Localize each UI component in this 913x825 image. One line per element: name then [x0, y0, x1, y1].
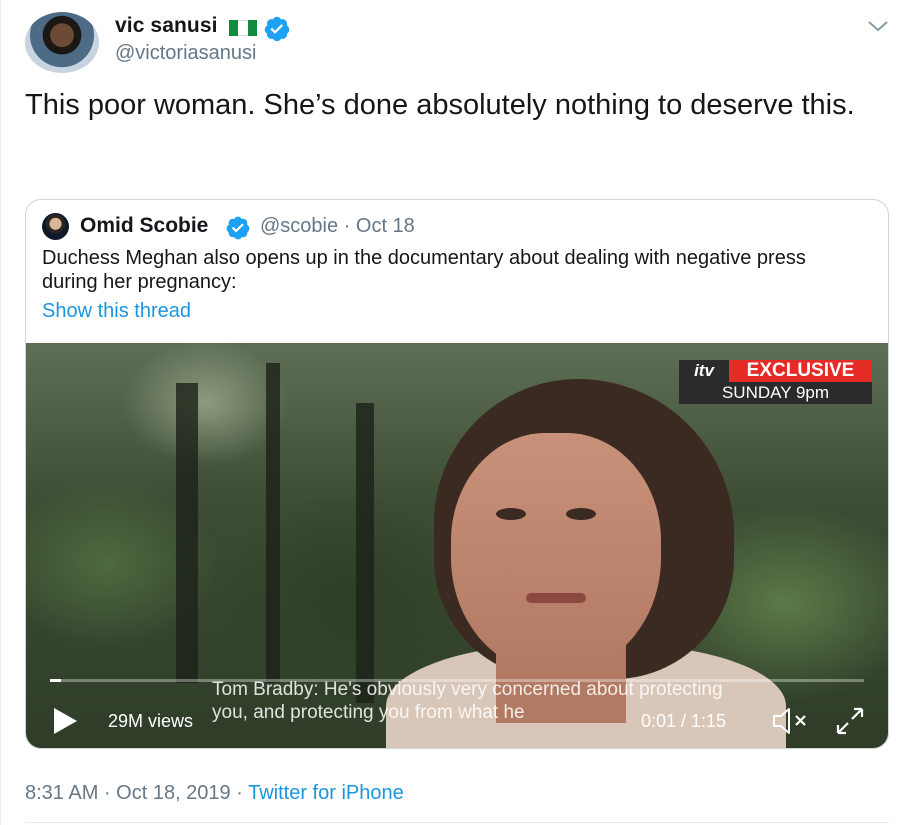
- background-tree: [176, 383, 198, 683]
- fullscreen-icon[interactable]: [834, 705, 866, 737]
- show-thread-link[interactable]: Show this thread: [42, 300, 191, 323]
- divider: [25, 822, 889, 823]
- video-subject-face: [451, 433, 661, 673]
- volume-muted-icon[interactable]: [771, 706, 811, 736]
- tweet-source-link[interactable]: Twitter for iPhone: [248, 782, 404, 804]
- author-name[interactable]: vic sanusi: [115, 14, 218, 38]
- exclusive-badge: EXCLUSIVE: [729, 360, 872, 382]
- quoted-tweet-meta[interactable]: @scobie · Oct 18: [260, 215, 415, 238]
- tweet-timestamp: 8:31 AM · Oct 18, 2019 · Twitter for iPh…: [25, 782, 404, 805]
- view-count: 29M views: [108, 711, 194, 731]
- quoted-author-avatar[interactable]: [42, 213, 69, 240]
- verified-badge-icon: [226, 216, 250, 240]
- verified-badge-icon: [264, 16, 290, 42]
- author-avatar[interactable]: [25, 12, 99, 73]
- quoted-tweet[interactable]: Omid Scobie @scobie · Oct 18 Duchess Meg…: [25, 199, 889, 749]
- itv-exclusive-overlay: itv EXCLUSIVE SUNDAY 9pm: [679, 360, 872, 404]
- video-time: 0:01 / 1:15: [641, 711, 727, 731]
- video-subject-eye: [566, 508, 596, 520]
- tweet: vic sanusi @victoriasanusi This poor wom…: [0, 0, 913, 825]
- background-tree: [266, 363, 280, 683]
- nigeria-flag-icon: [229, 20, 257, 36]
- tweet-text: This poor woman. She’s done absolutely n…: [25, 89, 855, 121]
- quoted-author-name[interactable]: Omid Scobie: [80, 214, 208, 238]
- background-tree: [356, 403, 374, 703]
- video-player[interactable]: itv EXCLUSIVE SUNDAY 9pm Tom Bradby: He'…: [26, 343, 888, 748]
- video-progress-fill: [50, 679, 61, 682]
- broadcast-schedule: SUNDAY 9pm: [679, 382, 872, 404]
- chevron-down-icon[interactable]: [865, 16, 891, 36]
- author-handle[interactable]: @victoriasanusi: [115, 42, 256, 65]
- quoted-tweet-text: Duchess Meghan also opens up in the docu…: [42, 247, 806, 293]
- itv-logo: itv: [679, 360, 729, 382]
- play-icon[interactable]: [52, 707, 78, 735]
- video-subject-eye: [496, 508, 526, 520]
- video-subject-mouth: [526, 593, 586, 603]
- tweet-time-date[interactable]: 8:31 AM · Oct 18, 2019 ·: [25, 782, 248, 804]
